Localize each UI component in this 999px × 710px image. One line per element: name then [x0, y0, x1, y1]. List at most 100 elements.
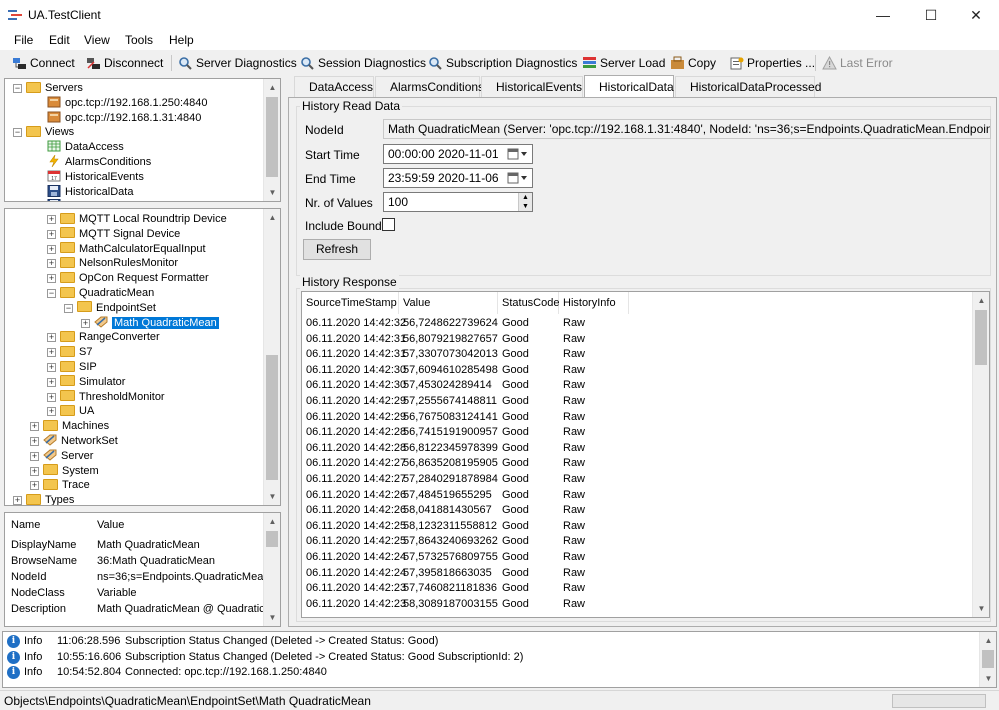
properties-scrollbar[interactable]: ▲ ▼ [263, 513, 280, 626]
tree-item[interactable]: MQTT Signal Device [60, 227, 180, 242]
expand-toggle-icon[interactable]: + [81, 318, 90, 328]
scroll-down-icon[interactable]: ▼ [264, 609, 280, 626]
expand-toggle-icon[interactable]: + [30, 466, 39, 476]
disconnect-button[interactable]: Disconnect [86, 54, 163, 72]
minimize-button[interactable]: — [860, 0, 906, 30]
scroll-up-icon[interactable]: ▲ [264, 209, 280, 226]
table-row[interactable]: 06.11.2020 14:42:29 56,7675083124141 Good R… [302, 410, 972, 426]
tree-item[interactable]: RangeConverter [60, 330, 160, 345]
scroll-down-icon[interactable]: ▼ [264, 488, 280, 505]
table-row[interactable]: 06.11.2020 14:42:24 57,395818663035 Good Ra… [302, 566, 972, 582]
server-load-button[interactable]: Server Load [582, 54, 665, 72]
table-row[interactable]: 06.11.2020 14:42:32 56,7248622739624 Good R… [302, 316, 972, 332]
scroll-up-icon[interactable]: ▲ [264, 79, 280, 96]
scroll-thumb[interactable] [266, 97, 278, 177]
tree-item[interactable]: AlarmsConditions [47, 155, 151, 170]
tree-item[interactable]: NelsonRulesMonitor [60, 256, 178, 271]
table-row[interactable]: 06.11.2020 14:42:23 58,3089187003155 Good R… [302, 597, 972, 613]
expand-toggle-icon[interactable]: + [47, 259, 56, 269]
table-row[interactable]: 06.11.2020 14:42:30 57,453024289414 Good Ra… [302, 378, 972, 394]
tree-item[interactable]: 17 HistoricalEvents [47, 170, 144, 185]
tree-item[interactable]: HistoricalDataProcessed [47, 199, 185, 201]
tree-item[interactable]: HistoricalData [47, 184, 133, 200]
scroll-up-icon[interactable]: ▲ [264, 513, 280, 530]
expand-toggle-icon[interactable]: + [30, 481, 39, 491]
calendar-dropdown-icon[interactable] [507, 148, 529, 160]
properties-button[interactable]: Properties ... [729, 54, 815, 72]
expand-toggle-icon[interactable]: + [30, 451, 39, 461]
table-row[interactable]: 06.11.2020 14:42:31 56,8079219827657 Good R… [302, 332, 972, 348]
stepper-arrows[interactable]: ▲ ▼ [518, 193, 532, 211]
menu-view[interactable]: View [84, 33, 110, 47]
table-row[interactable]: 06.11.2020 14:42:27 57,2840291878984 Good R… [302, 472, 972, 488]
column-header[interactable]: SourceTimeStamp [302, 292, 399, 314]
table-row[interactable]: 06.11.2020 14:42:23 57,7460821181836 Good R… [302, 581, 972, 597]
column-header[interactable]: StatusCode [498, 292, 559, 314]
tree-item[interactable]: S7 [60, 345, 92, 360]
scroll-down-icon[interactable]: ▼ [264, 184, 280, 201]
scroll-thumb[interactable] [982, 650, 994, 668]
scroll-up-icon[interactable]: ▲ [980, 632, 996, 649]
tree-item[interactable]: Server [43, 449, 93, 464]
session-diagnostics-button[interactable]: Session Diagnostics [300, 54, 426, 72]
scroll-thumb[interactable] [266, 355, 278, 480]
expand-toggle-icon[interactable]: + [47, 229, 56, 239]
server-diagnostics-button[interactable]: Server Diagnostics [178, 54, 297, 72]
expand-toggle-icon[interactable]: + [30, 422, 39, 432]
expand-toggle-icon[interactable]: + [47, 407, 56, 417]
expand-toggle-icon[interactable]: − [47, 289, 56, 298]
scroll-down-icon[interactable]: ▼ [973, 600, 989, 617]
expand-toggle-icon[interactable]: + [47, 333, 56, 343]
expand-toggle-icon[interactable]: − [13, 84, 22, 93]
expand-toggle-icon[interactable]: + [30, 437, 39, 446]
scroll-down-icon[interactable]: ▼ [980, 670, 996, 687]
last-error-button[interactable]: Last Error [822, 54, 893, 72]
table-row[interactable]: 06.11.2020 14:42:28 56,8122345978399 Good R… [302, 441, 972, 457]
expand-toggle-icon[interactable]: − [13, 128, 22, 138]
menu-edit[interactable]: Edit [49, 33, 70, 47]
copy-button[interactable]: Copy [670, 54, 716, 72]
table-row[interactable]: 06.11.2020 14:42:25 58,1232311558812 Good R… [302, 519, 972, 535]
table-row[interactable]: 06.11.2020 14:42:30 57,6094610285498 Good R… [302, 363, 972, 379]
menu-help[interactable]: Help [169, 33, 194, 47]
refresh-button[interactable]: Refresh [303, 239, 371, 260]
scroll-thumb[interactable] [266, 531, 278, 547]
expand-toggle-icon[interactable]: + [13, 496, 22, 505]
tree-item[interactable]: System [43, 464, 99, 479]
table-row[interactable]: 06.11.2020 14:42:24 57,5732576809755 Good R… [302, 550, 972, 566]
expand-toggle-icon[interactable]: + [47, 274, 56, 284]
tree-item[interactable]: Views [26, 125, 74, 140]
tree-item[interactable]: EndpointSet [77, 301, 156, 316]
include-bounds-checkbox[interactable] [382, 218, 395, 231]
tree-item[interactable]: SIP [60, 360, 97, 375]
menu-tools[interactable]: Tools [125, 33, 153, 47]
address-space-tree[interactable]: + MQTT Local Roundtrip Device + MQTT Signal… [4, 208, 281, 506]
menu-file[interactable]: File [14, 33, 33, 47]
scroll-up-icon[interactable]: ▲ [973, 292, 989, 309]
log-row[interactable]: i Info 11:06:28.596 Subscription Status Cha… [3, 634, 973, 650]
expand-toggle-icon[interactable]: + [47, 215, 56, 224]
tree-item-selected[interactable]: Math QuadraticMean [94, 316, 219, 331]
tree-item[interactable]: NetworkSet [43, 434, 118, 449]
tree-item[interactable]: MathCalculatorEqualInput [60, 242, 206, 257]
tree-item[interactable]: Simulator [60, 375, 125, 390]
scroll-thumb[interactable] [975, 310, 987, 365]
tree-item[interactable]: Types [26, 493, 74, 505]
history-response-table[interactable]: SourceTimeStamp Value StatusCode HistoryInf… [301, 291, 990, 618]
tree-item[interactable]: QuadraticMean [60, 286, 154, 301]
table-row[interactable]: 06.11.2020 14:42:27 56,8635208195905 Good R… [302, 456, 972, 472]
tree-item[interactable]: DataAccess [47, 140, 124, 155]
nr-of-values-stepper[interactable]: 100 [383, 192, 533, 212]
stepper-down-icon[interactable]: ▼ [519, 202, 532, 211]
address-tree-scrollbar[interactable]: ▲ ▼ [263, 209, 280, 505]
tree-item[interactable]: OpCon Request Formatter [60, 271, 209, 286]
maximize-button[interactable]: ☐ [908, 0, 954, 30]
tree-item[interactable]: MQTT Local Roundtrip Device [60, 212, 227, 227]
stepper-up-icon[interactable]: ▲ [519, 193, 532, 202]
tab-historicaldata[interactable]: HistoricalData [584, 75, 674, 97]
tab-historicaldataprocessed[interactable]: HistoricalDataProcessed [675, 76, 821, 97]
tree-item[interactable]: ThresholdMonitor [60, 390, 165, 405]
tree-item[interactable]: opc.tcp://192.168.1.31:4840 [47, 111, 201, 126]
expand-toggle-icon[interactable]: + [47, 244, 56, 254]
expand-toggle-icon[interactable]: + [47, 392, 56, 402]
